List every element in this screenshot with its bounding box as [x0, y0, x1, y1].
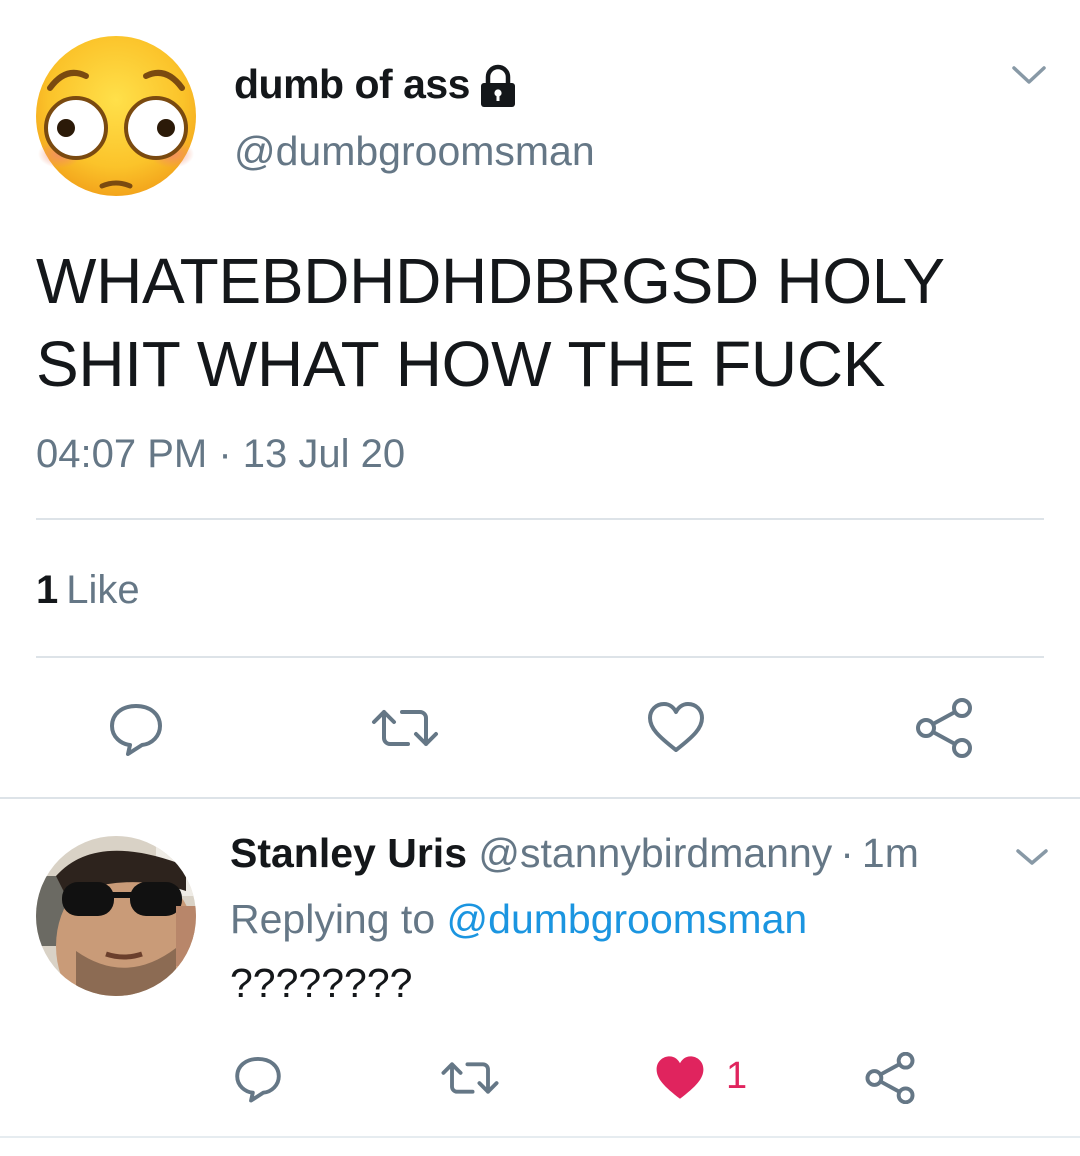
- likes-summary[interactable]: 1 Like: [36, 568, 140, 613]
- reply-author-handle[interactable]: @stannybirdmanny: [478, 830, 832, 876]
- divider: [36, 518, 1044, 520]
- retweet-icon[interactable]: [370, 698, 438, 758]
- reply-icon[interactable]: [232, 1052, 284, 1104]
- author-name[interactable]: dumb of ass: [234, 61, 470, 108]
- likes-label: Like: [66, 568, 140, 612]
- share-icon[interactable]: [914, 698, 974, 758]
- replying-to-label: Replying to: [230, 896, 436, 942]
- author-handle[interactable]: @dumbgroomsman: [234, 128, 595, 175]
- tweet-text: WHATEBDHDHDBRGSD HOLY SHIT WHAT HOW THE …: [36, 245, 944, 400]
- flushed-emoji-avatar: [36, 36, 196, 196]
- chevron-down-icon[interactable]: [1012, 844, 1052, 872]
- likes-count: 1: [36, 568, 59, 612]
- author-name-row[interactable]: dumb of ass: [234, 54, 518, 114]
- heart-filled-icon[interactable]: [654, 1052, 706, 1104]
- divider: [36, 656, 1044, 658]
- lock-icon: [478, 64, 518, 108]
- reply-like-count: 1: [726, 1055, 748, 1097]
- reply-icon[interactable]: [106, 698, 166, 758]
- profile-photo: [36, 836, 196, 996]
- author-avatar[interactable]: [36, 36, 196, 196]
- heart-icon[interactable]: [646, 698, 706, 758]
- reply-author-name[interactable]: Stanley Uris: [230, 830, 467, 876]
- replying-to-handle[interactable]: @dumbgroomsman: [447, 896, 808, 942]
- separator-dot: ·: [840, 830, 854, 876]
- replying-to: Replying to @dumbgroomsman: [230, 896, 807, 943]
- divider: [0, 1136, 1080, 1138]
- tweet-timestamp[interactable]: 04:07 PM · 13 Jul 20: [36, 432, 405, 477]
- chevron-down-icon[interactable]: [1006, 60, 1052, 92]
- reply-time[interactable]: 1m: [862, 830, 919, 876]
- section-divider: [0, 797, 1080, 799]
- reply-header: Stanley Uris @stannybirdmanny · 1m: [230, 830, 919, 877]
- retweet-icon[interactable]: [440, 1052, 499, 1104]
- reply-author-avatar[interactable]: [36, 836, 196, 996]
- share-icon[interactable]: [864, 1051, 916, 1105]
- reply-text: ????????: [230, 960, 413, 1006]
